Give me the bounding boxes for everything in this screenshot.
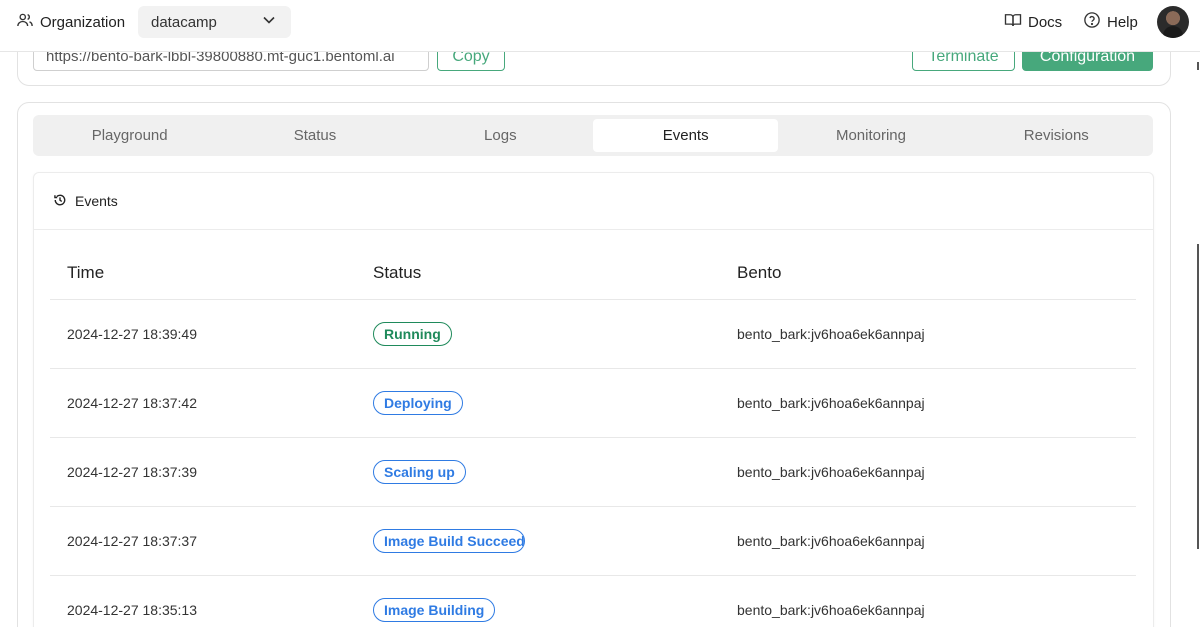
organization-value: datacamp [151, 13, 217, 31]
table-row: 2024-12-27 18:37:39 Scaling up bento_bar… [50, 438, 1136, 507]
avatar[interactable] [1157, 6, 1189, 38]
tab-revisions[interactable]: Revisions [964, 119, 1149, 152]
column-header-bento: Bento [737, 262, 782, 282]
column-header-status: Status [373, 262, 422, 282]
events-table: Time Status Bento 2024-12-27 18:39:49 Ru… [50, 246, 1136, 627]
tab-playground[interactable]: Playground [37, 119, 222, 152]
event-time: 2024-12-27 18:37:37 [67, 533, 197, 549]
tab-monitoring[interactable]: Monitoring [778, 119, 963, 152]
event-time: 2024-12-27 18:37:39 [67, 464, 197, 480]
status-badge: Image Build Succeeded [373, 529, 525, 553]
events-header: Events [34, 173, 1153, 230]
tab-status[interactable]: Status [222, 119, 407, 152]
table-row: 2024-12-27 18:39:49 Running bento_bark:j… [50, 300, 1136, 369]
book-icon [1004, 11, 1022, 33]
status-badge: Image Building [373, 598, 496, 622]
event-bento: bento_bark:jv6hoa6ek6annpaj [737, 464, 925, 480]
deployment-tabs: Playground Status Logs Events Monitoring… [33, 115, 1153, 156]
event-time: 2024-12-27 18:39:49 [67, 326, 197, 342]
table-row: 2024-12-27 18:37:37 Image Build Succeede… [50, 507, 1136, 576]
event-time: 2024-12-27 18:35:13 [67, 602, 197, 618]
organization-button[interactable]: Organization [16, 10, 125, 34]
event-bento: bento_bark:jv6hoa6ek6annpaj [737, 602, 925, 618]
chevron-down-icon [261, 12, 277, 32]
event-time: 2024-12-27 18:37:42 [67, 395, 197, 411]
event-bento: bento_bark:jv6hoa6ek6annpaj [737, 395, 925, 411]
column-header-time: Time [67, 262, 105, 282]
history-icon [53, 193, 67, 210]
scrollbar-thumb[interactable] [1197, 244, 1199, 549]
top-bar: Organization datacamp Docs Help [0, 0, 1200, 52]
status-badge: Deploying [373, 391, 463, 415]
help-link[interactable]: Help [1083, 11, 1138, 33]
table-header: Time Status Bento [50, 246, 1136, 300]
status-badge: Scaling up [373, 460, 466, 484]
table-row: 2024-12-27 18:35:13 Image Building bento… [50, 576, 1136, 627]
question-circle-icon [1083, 11, 1101, 33]
organization-label: Organization [40, 13, 126, 31]
tab-events[interactable]: Events [592, 119, 779, 152]
docs-label: Docs [1028, 13, 1063, 31]
help-label: Help [1107, 13, 1138, 31]
users-icon [16, 11, 34, 33]
organization-select[interactable]: datacamp [138, 6, 291, 38]
status-badge: Running [373, 322, 452, 346]
scrollbar-thumb-top[interactable] [1197, 62, 1199, 70]
event-bento: bento_bark:jv6hoa6ek6annpaj [737, 533, 925, 549]
table-row: 2024-12-27 18:37:42 Deploying bento_bark… [50, 369, 1136, 438]
events-title: Events [75, 193, 118, 209]
docs-link[interactable]: Docs [1004, 11, 1062, 33]
event-bento: bento_bark:jv6hoa6ek6annpaj [737, 326, 925, 342]
tab-logs[interactable]: Logs [408, 119, 593, 152]
